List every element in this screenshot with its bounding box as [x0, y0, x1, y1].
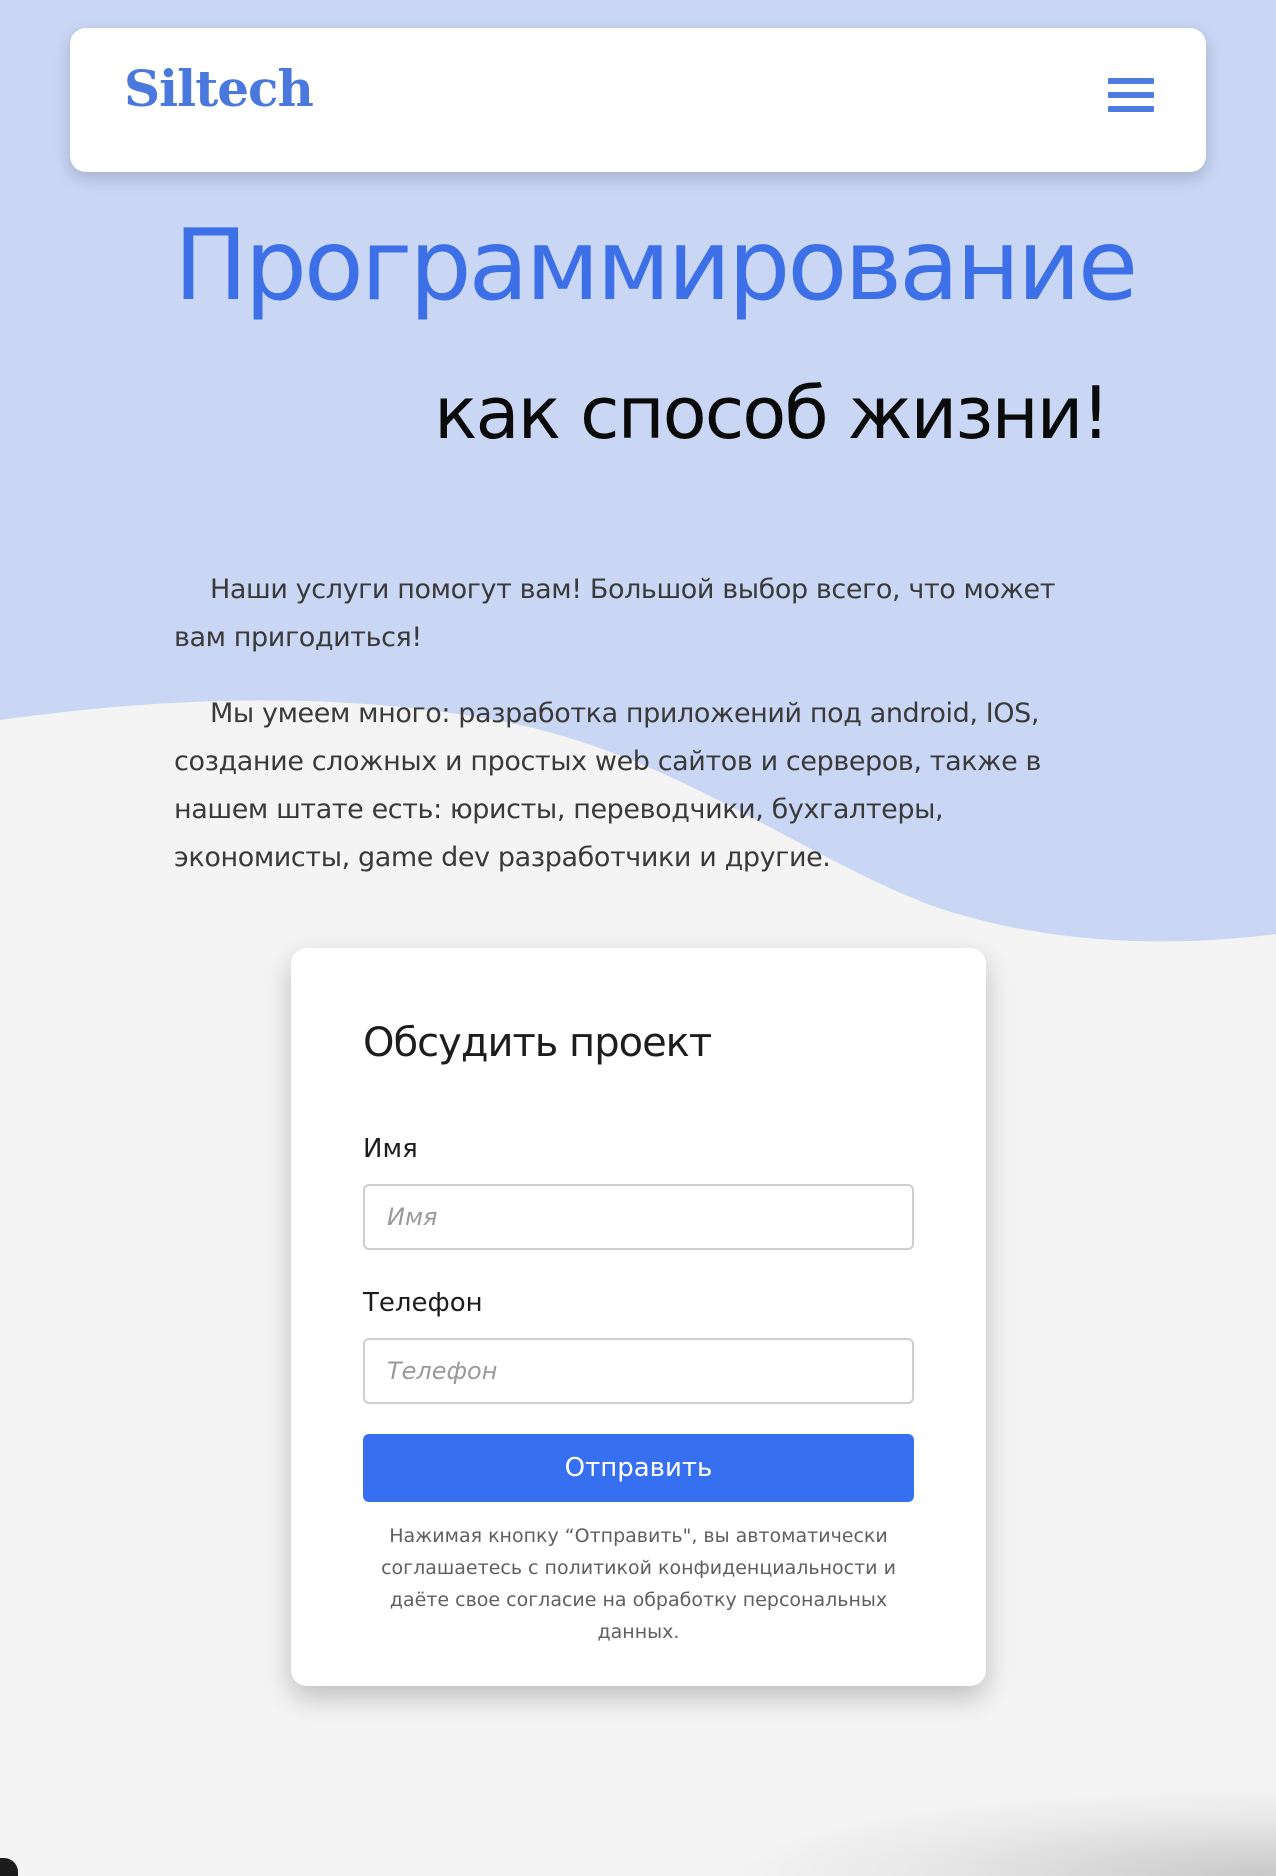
submit-button[interactable]: Отправить [363, 1434, 914, 1502]
about-paragraph-2: Мы умеем много: разработка приложений по… [174, 698, 1041, 873]
menu-line [1108, 92, 1154, 98]
name-input[interactable] [363, 1184, 914, 1250]
phone-label: Телефон [363, 1288, 483, 1318]
hero-title: Программирование [174, 209, 1138, 323]
navbar: Siltech [70, 28, 1206, 172]
phone-input[interactable] [363, 1338, 914, 1404]
about-paragraph-1: Наши услуги помогут вам! Большой выбор в… [174, 574, 1056, 653]
menu-line [1108, 78, 1154, 84]
about-section: Наши услуги помогут вам! Большой выбор в… [174, 566, 1074, 910]
menu-line [1108, 106, 1154, 112]
name-label: Имя [363, 1134, 418, 1164]
window-corner [0, 1858, 18, 1876]
logo[interactable]: Siltech [124, 64, 314, 114]
privacy-disclaimer: Нажимая кнопку “Отправить", вы автоматич… [381, 1525, 896, 1643]
corner-shadow [716, 1786, 1276, 1876]
contact-form: Обсудить проект Имя Телефон Отправить На… [291, 948, 986, 1686]
hero-subtitle: как способ жизни! [434, 371, 1110, 455]
hamburger-menu-icon[interactable] [1108, 78, 1154, 116]
form-title: Обсудить проект [363, 1020, 712, 1066]
